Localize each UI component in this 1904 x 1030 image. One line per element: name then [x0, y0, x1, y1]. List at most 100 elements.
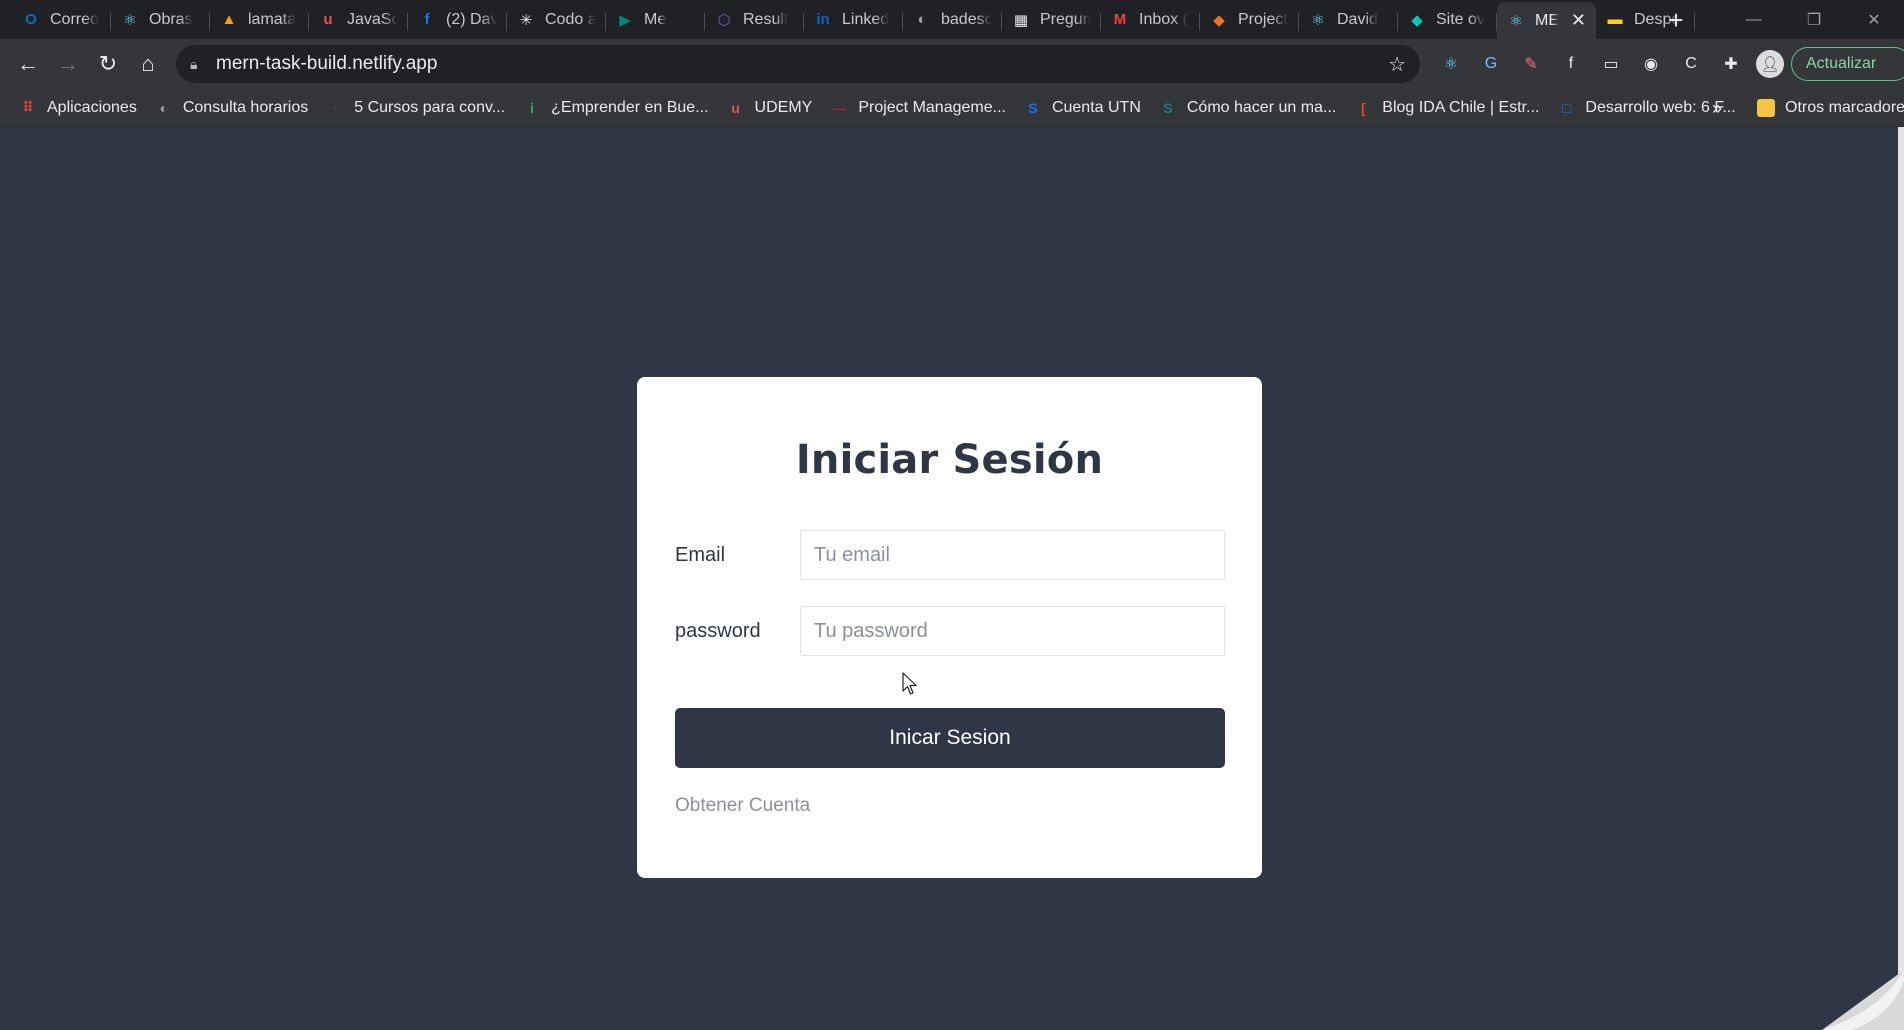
react-icon: ⚛ [123, 11, 137, 29]
gmail-icon: M [1113, 11, 1127, 28]
email-row: Email Tu email [675, 530, 1225, 580]
tab-title: lamata [248, 10, 297, 28]
password-label: password [675, 619, 761, 642]
address-bar[interactable]: 🔒︎ mern-task-build.netlify.app ☆ [176, 45, 1420, 83]
browser-tab[interactable]: ⚛ Obras [111, 3, 210, 37]
translate-icon[interactable]: G [1476, 49, 1506, 79]
email-field[interactable]: Tu email [800, 530, 1225, 580]
browser-tab[interactable]: ▲ lamata [210, 3, 309, 37]
tab-title: Correo [50, 10, 99, 28]
profile-avatar[interactable]: 👤︎ [1756, 50, 1784, 78]
bookmark-item[interactable]: S Cómo hacer un ma... [1150, 93, 1345, 123]
folder-icon [1757, 99, 1775, 117]
login-button[interactable]: Inicar Sesion [675, 708, 1225, 768]
cast-icon[interactable]: ▭ [1596, 49, 1626, 79]
bookmark-item[interactable]: [Blog IDA Chile | Estr... [1345, 93, 1548, 123]
tab-title: Codo a [545, 10, 596, 28]
bookmark-label: ¿Emprender en Bue... [551, 98, 709, 116]
more-bookmarks-button[interactable]: » [1712, 93, 1722, 123]
close-window-button[interactable]: ✕ [1844, 0, 1904, 39]
scribd-icon: S [1163, 99, 1173, 116]
browser-tab[interactable]: in Linked [804, 3, 903, 37]
browser-tab[interactable]: ▶ Me [606, 3, 705, 37]
browser-tab[interactable]: ⚛ David [1299, 3, 1398, 37]
password-field[interactable]: Tu password [800, 606, 1225, 656]
restore-button[interactable]: ❐ [1784, 0, 1844, 39]
browser-tab[interactable]: ⬡ Result [705, 3, 804, 37]
bookmark-item[interactable]: i ¿Emprender en Bue... [514, 93, 717, 123]
tab-title: ME [1535, 11, 1559, 29]
despegar-icon: ▬ [1607, 11, 1623, 28]
react-devtools-icon[interactable]: ⚛ [1436, 49, 1466, 79]
udemy-icon: u [323, 11, 333, 28]
email-label: Email [675, 543, 726, 566]
window-icon: □ [1562, 99, 1571, 116]
browser-tab[interactable]: ✳ Codo a [507, 3, 606, 37]
pen-extension-icon[interactable]: ✎ [1516, 49, 1546, 79]
browser-toolbar: ← → ↻ ⌂ 🔒︎ mern-task-build.netlify.app ☆… [0, 39, 1904, 89]
home-icon: ⌂ [141, 51, 155, 76]
home-button[interactable]: ⌂ [128, 44, 168, 84]
tab-title: badesc [941, 10, 992, 28]
tab-title: Linked [842, 10, 890, 28]
code-extension-icon[interactable]: C [1676, 49, 1706, 79]
back-button[interactable]: ← [8, 44, 48, 84]
close-tab-icon[interactable]: ✕ [1571, 10, 1586, 31]
linkedin-icon: in [816, 11, 830, 28]
bookmark-label: UDEMY [754, 98, 813, 116]
scrollbar[interactable] [1898, 127, 1904, 1030]
extensions-area: ⚛ G ✎ f ▭ ◉ C ✚ 👤︎ [1436, 49, 1784, 79]
tab-title: Me [644, 10, 667, 28]
bookmark-star-icon[interactable]: ☆ [1388, 52, 1406, 77]
bookmark-label: Cuenta UTN [1051, 98, 1141, 116]
minimize-button[interactable]: — [1724, 0, 1784, 39]
reload-button[interactable]: ↻ [88, 44, 128, 84]
bookmark-item[interactable]: ⠿ Aplicaciones [10, 93, 146, 123]
page-title: Iniciar Sesión [795, 437, 1104, 483]
tab-title: Result [743, 10, 789, 28]
browser-tab[interactable]: ◐ badesc [903, 3, 1002, 37]
bookmark-item[interactable]: S Cuenta UTN [1015, 93, 1150, 123]
page-viewport: Iniciar Sesión Email Tu email password T… [0, 127, 1904, 1030]
browser-tab[interactable]: M Inbox ( [1101, 3, 1200, 37]
forward-button[interactable]: → [48, 44, 88, 84]
browser-tab[interactable]: u JavaSc [309, 3, 408, 37]
lock-icon: 🔒︎ [190, 55, 198, 72]
browser-tab[interactable]: ◆ Site ov [1398, 3, 1497, 37]
bookmark-item[interactable]: • 5 Cursos para conv... [317, 93, 514, 123]
new-tab-button[interactable]: + [1658, 2, 1694, 38]
firebase-icon: ▲ [221, 11, 237, 28]
facebook-extension-icon[interactable]: f [1556, 49, 1586, 79]
bookmark-label: 5 Cursos para conv... [354, 98, 506, 116]
puzzle-extensions-icon[interactable]: ✚ [1716, 49, 1746, 79]
update-button[interactable]: Actualizar [1791, 47, 1904, 81]
signup-link[interactable]: Obtener Cuenta [675, 795, 810, 817]
tab-title: Obras [149, 10, 193, 28]
other-bookmarks-label: Otros marcadores [1785, 99, 1904, 116]
browser-tab[interactable]: ▦ Pregun [1002, 3, 1101, 37]
react-icon: ⚛ [1311, 11, 1325, 29]
browser-tab[interactable]: f (2) Dav [408, 3, 507, 37]
tab-title: Inbox ( [1139, 10, 1188, 28]
bookmark-label: Consulta horarios [182, 98, 309, 116]
browser-tab[interactable]: ◆ Project [1200, 3, 1299, 37]
url-text[interactable]: mern-task-build.netlify.app [216, 53, 437, 75]
bookmark-icon: • [332, 99, 338, 116]
bookmarks-bar: ⠿ Aplicaciones ◐ Consulta horarios • 5 Cursos… [0, 89, 1904, 127]
arrow-left-icon: ← [17, 51, 39, 76]
update-label: Actualizar [1806, 55, 1877, 72]
sheet-icon: ▦ [1013, 11, 1029, 29]
globe-icon: ◐ [917, 11, 927, 28]
bookmark-i-icon: i [530, 99, 535, 116]
browser-tab[interactable]: ⚛ ME ✕ [1497, 2, 1596, 39]
other-bookmarks-folder[interactable]: Otros marcadores [1748, 93, 1904, 123]
ring-extension-icon[interactable]: ◉ [1636, 49, 1666, 79]
bookmark-item[interactable]: ◐ Consulta horarios [146, 93, 317, 123]
bookmark-item[interactable]: — Project Manageme... [821, 93, 1015, 123]
browser-tab[interactable]: O Correo [12, 3, 111, 37]
gitlab-icon: ◆ [1213, 11, 1225, 29]
tab-title: JavaSc [347, 10, 398, 28]
bookmark-label: Blog IDA Chile | Estr... [1382, 98, 1540, 116]
bookmark-item[interactable]: u UDEMY [718, 93, 822, 123]
password-row: password Tu password [675, 606, 1225, 656]
